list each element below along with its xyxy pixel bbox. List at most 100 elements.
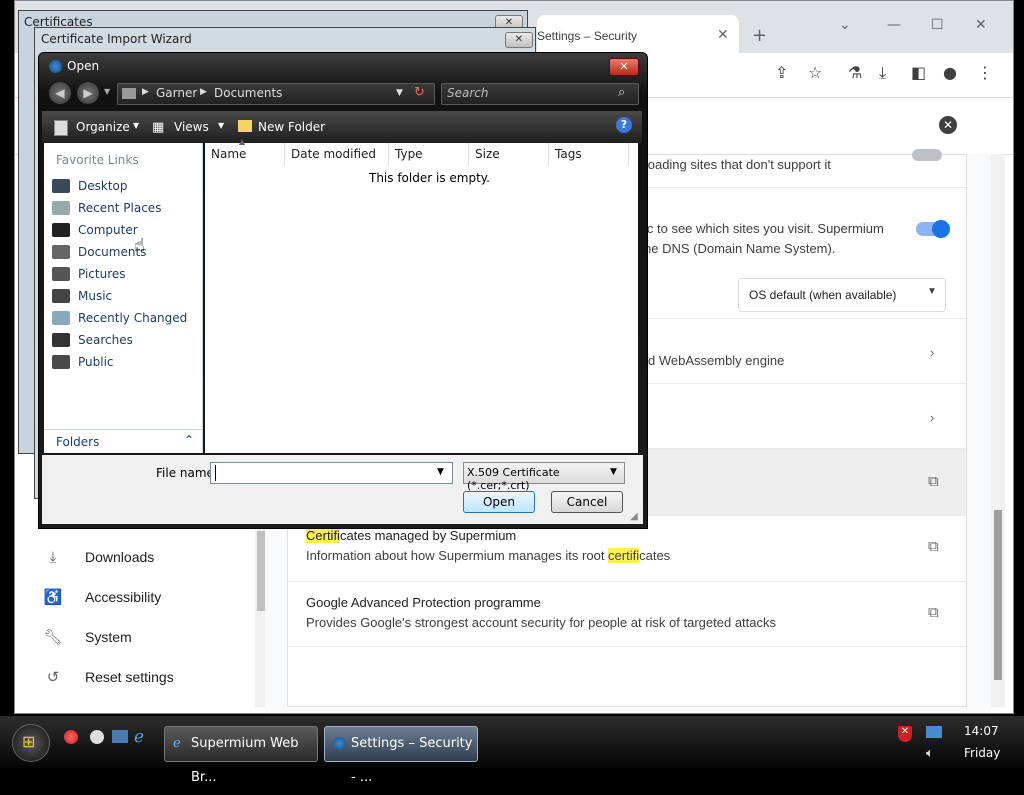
side-panel-icon[interactable]: ◧ [911,63,926,82]
breadcrumb-garner[interactable]: Garner [156,86,197,100]
fav-recently-changed[interactable]: Recently Changed [44,307,202,329]
minimize-icon[interactable]: — [887,17,901,33]
open-dialog-title: Open [67,59,100,73]
secure-dns-toggle[interactable] [916,220,950,238]
extensions-icon[interactable]: ⚗ [848,63,862,82]
sidebar-item-label: Reset settings [85,669,174,685]
folder-icon [122,88,136,99]
download-toolbar-icon[interactable]: ⤓ [879,63,886,83]
sidebar-item-accessibility[interactable]: ♿ Accessibility [43,581,162,613]
command-bar: Organize ▼ ▦ Views ▼ New Folder ? [42,111,642,143]
help-icon[interactable]: ? [616,117,632,133]
pictures-icon [52,267,70,281]
forward-icon[interactable]: ▶ [77,82,99,104]
taskbar-item-label: Supermium Web Br... [191,736,299,785]
breadcrumb-documents[interactable]: Documents [214,86,282,100]
filename-input[interactable]: ▼ [210,462,453,484]
start-button[interactable]: ⊞ [12,724,50,762]
address-bar[interactable]: ▶ Garner ▶ Documents ▼ ↻ [117,83,435,105]
tab-settings-security[interactable]: Settings – Security ✕ [537,15,739,53]
tab-search-chevron-icon[interactable]: ⌄ [839,17,851,33]
main-scrollbar[interactable] [991,154,1005,707]
sort-arrow-icon: ▲ [239,137,246,146]
new-folder-button[interactable]: New Folder [258,120,325,134]
address-dropdown-icon[interactable]: ▼ [396,88,403,98]
resize-grip-icon[interactable]: ◢ [630,511,638,522]
https-toggle[interactable] [912,149,942,161]
quicklaunch-icon[interactable] [90,730,104,744]
folders-toggle[interactable]: Folders ⌃ [44,429,202,454]
advanced-protection-title: Google Advanced Protection programme [306,595,541,610]
security-shield-icon[interactable]: ✕ [898,726,912,742]
column-date-modified[interactable]: Date modified [285,143,389,165]
open-button[interactable]: Open [463,491,535,513]
fav-label: Public [78,355,114,369]
dns-provider-select[interactable]: OS default (when available) ▼ [738,278,946,312]
back-icon[interactable]: ◀ [49,82,71,104]
sidebar-item-label: Accessibility [85,589,162,605]
taskbar-item-supermium[interactable]: ℯ Supermium Web Br... [164,726,318,785]
fav-documents[interactable]: Documents [44,241,202,263]
sidebar-item-reset[interactable]: ↺ Reset settings [43,661,174,693]
recent-pages-icon[interactable]: ▼ [104,87,110,96]
advanced-protection-subtitle: Provides Google's strongest account secu… [306,615,776,630]
volume-icon[interactable]: 🔈︎ [926,746,934,761]
fav-music[interactable]: Music [44,285,202,307]
fav-recent-places[interactable]: Recent Places [44,197,202,219]
maximize-icon[interactable]: ☐ [931,17,944,33]
views-dropdown-icon[interactable]: ▼ [218,121,224,130]
fav-searches[interactable]: Searches [44,329,202,351]
fav-desktop[interactable]: Desktop [44,175,202,197]
quicklaunch-icon[interactable] [64,730,78,744]
import-wizard-close-icon[interactable]: ✕ [505,32,533,48]
organize-button[interactable]: Organize [76,120,130,134]
search-box[interactable]: Search ⌕ [441,83,639,105]
advanced-protection-row[interactable]: Google Advanced Protection programme Pro… [288,582,966,647]
fav-label: Searches [78,333,133,347]
history-icon: ↺ [46,669,60,686]
fav-public[interactable]: Public [44,351,202,373]
column-name[interactable]: Name [205,143,285,165]
filename-dropdown-icon[interactable]: ▼ [437,467,444,477]
search-placeholder: Search [447,86,489,100]
https-first-text: e loading sites that don't support it [634,157,831,172]
ie-icon: ℯ [173,736,181,751]
network-icon[interactable] [926,726,942,738]
sidebar-item-downloads[interactable]: ⤓ Downloads [43,541,155,573]
open-dialog-close-icon[interactable]: ✕ [609,58,639,76]
refresh-icon[interactable]: ↻ [414,85,425,100]
secure-dns-text-1: ic to see which sites you visit. Supermi… [644,221,884,236]
filetype-select[interactable]: X.509 Certificate (*.cer;*.crt) ▼ [463,462,625,492]
column-tags[interactable]: Tags [549,143,629,165]
bookmark-star-icon[interactable]: ☆ [808,63,822,82]
column-type[interactable]: Type [389,143,469,165]
new-tab-icon[interactable]: + [752,25,767,46]
fav-label: Recently Changed [78,311,188,325]
internet-explorer-icon[interactable]: ℯ [134,727,144,747]
taskbar-item-settings[interactable]: Settings – Security - ... [324,726,478,785]
filetype-dropdown-icon: ▼ [610,467,617,477]
clock-time[interactable]: 14:07 [964,724,999,738]
menu-icon[interactable]: ⋮ [977,63,993,82]
profile-icon[interactable]: ● [943,63,957,82]
fav-pictures[interactable]: Pictures [44,263,202,285]
column-size[interactable]: Size [469,143,549,165]
views-button[interactable]: Views [174,120,209,134]
navigation-bar: ◀ ▶ ▼ ▶ Garner ▶ Documents ▼ ↻ Search ⌕ [39,79,645,107]
fav-label: Computer [78,223,138,237]
settings-sidebar: ⤓ Downloads ♿ Accessibility 🔧︎ System ↺ … [15,527,265,707]
dns-select-value: OS default (when available) [749,288,897,302]
show-desktop-icon[interactable] [112,730,128,743]
organize-dropdown-icon[interactable]: ▼ [133,121,139,130]
sidebar-item-system[interactable]: 🔧︎ System [43,621,131,653]
fav-computer[interactable]: Computer [44,219,202,241]
navigation-pane: Favorite Links Desktop Recent Places Com… [44,143,203,453]
tab-close-icon[interactable]: ✕ [717,27,729,43]
share-icon[interactable]: ⇪ [775,63,788,82]
clear-search-icon[interactable]: ✕ [939,116,957,134]
text-cursor [215,465,216,481]
close-window-icon[interactable]: ✕ [975,17,987,33]
cancel-button[interactable]: Cancel [551,491,623,513]
windows-logo-icon: ⊞ [22,732,36,751]
breadcrumb-arrow-icon: ▶ [142,87,149,97]
